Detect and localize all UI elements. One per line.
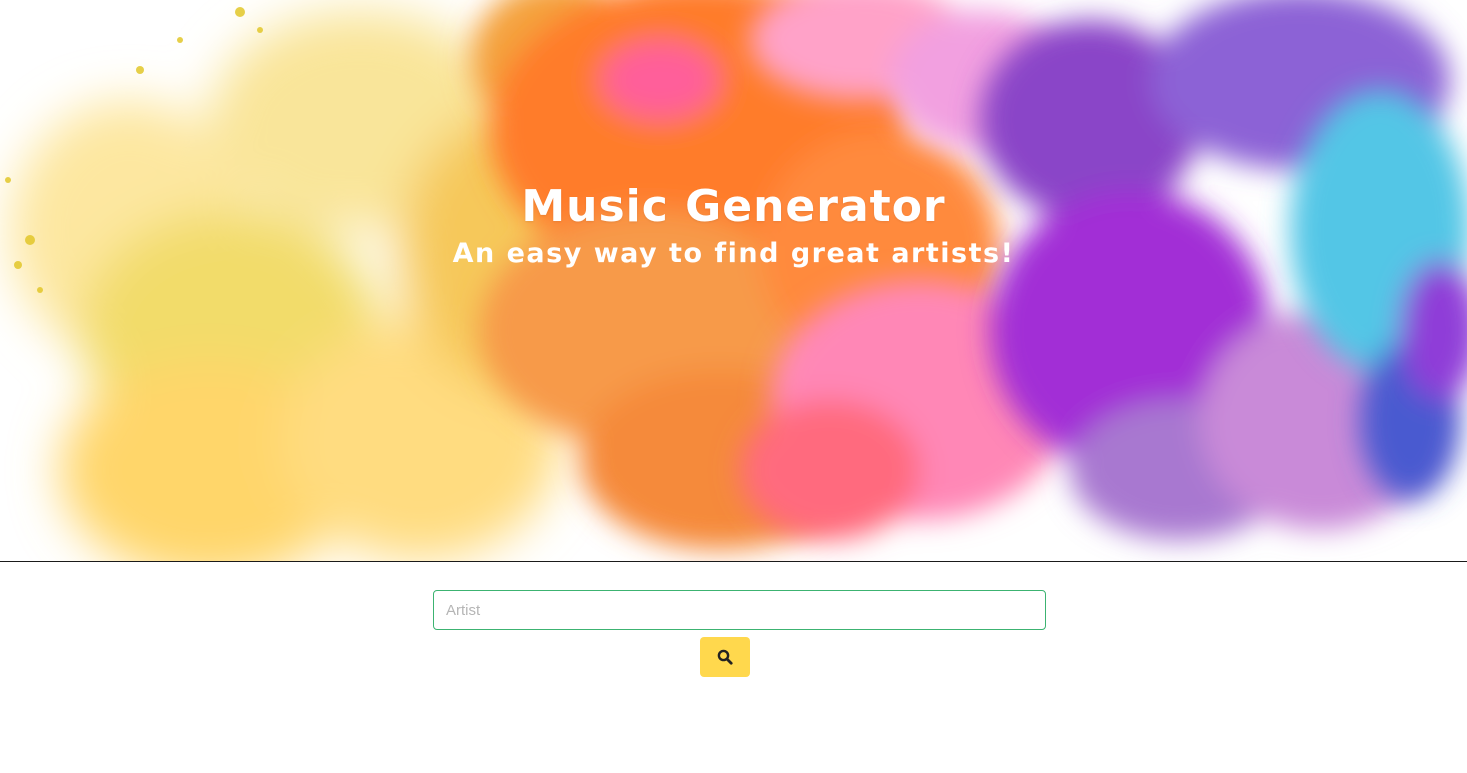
search-section [0, 562, 1467, 773]
page-title: Music Generator [521, 181, 946, 232]
search-icon [717, 649, 733, 665]
hero-banner: Music Generator An easy way to find grea… [0, 0, 1467, 562]
watercolor-splash-background [5, 0, 1467, 561]
page-subtitle: An easy way to find great artists! [452, 238, 1015, 269]
artist-search-input[interactable] [433, 590, 1046, 630]
hero-heading-group: Music Generator An easy way to find grea… [0, 178, 1467, 272]
search-button[interactable] [700, 637, 750, 677]
